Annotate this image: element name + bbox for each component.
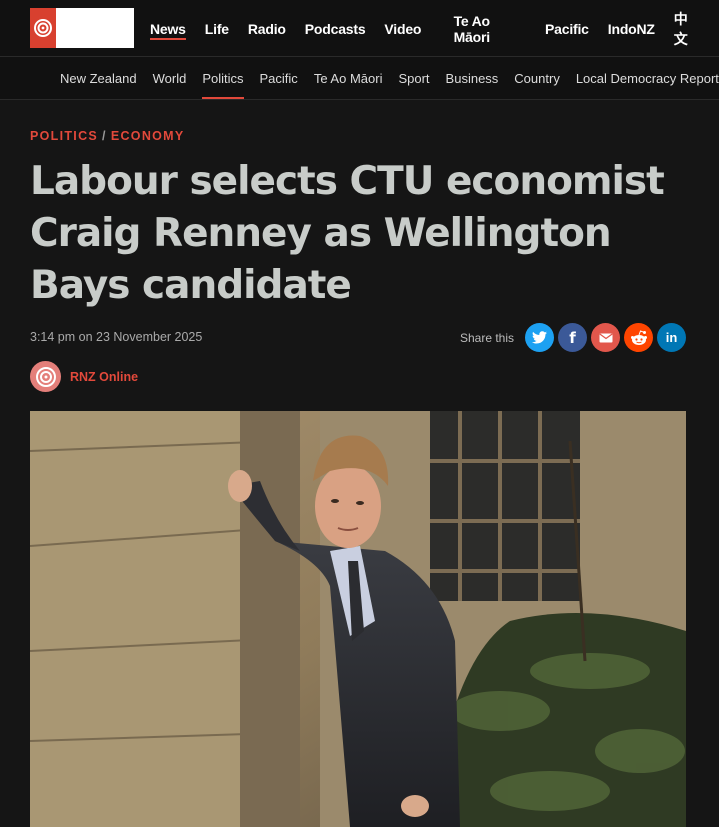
nav-chinese[interactable]: 中文 bbox=[674, 9, 700, 49]
article-photo bbox=[30, 411, 686, 827]
nav-pacific[interactable]: Pacific bbox=[545, 21, 589, 37]
secnav-world[interactable]: World bbox=[153, 57, 187, 99]
primary-nav: News Life Radio Podcasts Video Te Ao Māo… bbox=[150, 0, 719, 57]
article-kicker: POLITICS / ECONOMY bbox=[30, 129, 185, 143]
nav-video[interactable]: Video bbox=[384, 21, 421, 37]
kicker-economy-link[interactable]: ECONOMY bbox=[111, 129, 185, 143]
author-name-link[interactable]: RNZ Online bbox=[70, 370, 138, 384]
rnz-logo[interactable] bbox=[30, 8, 134, 48]
photo-illustration bbox=[30, 411, 686, 827]
secnav-pacific[interactable]: Pacific bbox=[260, 57, 298, 99]
secnav-business[interactable]: Business bbox=[446, 57, 499, 99]
secnav-country[interactable]: Country bbox=[514, 57, 560, 99]
author-byline: RNZ Online bbox=[30, 361, 138, 392]
site-header: News Life Radio Podcasts Video Te Ao Māo… bbox=[0, 0, 719, 57]
linkedin-icon: in bbox=[665, 330, 678, 345]
nav-news[interactable]: News bbox=[150, 21, 186, 40]
logo-white-block bbox=[56, 8, 134, 48]
author-avatar[interactable] bbox=[30, 361, 61, 392]
nav-life[interactable]: Life bbox=[205, 21, 229, 37]
nav-radio[interactable]: Radio bbox=[248, 21, 286, 37]
rnz-avatar-icon bbox=[35, 366, 56, 387]
secnav-local-democracy[interactable]: Local Democracy Reporting bbox=[576, 57, 719, 99]
linkedin-share-button[interactable]: in bbox=[657, 323, 686, 352]
twitter-icon bbox=[532, 331, 547, 344]
section-nav: New Zealand World Politics Pacific Te Ao… bbox=[0, 57, 719, 100]
rnz-logo-icon bbox=[30, 8, 56, 48]
secnav-politics[interactable]: Politics bbox=[202, 57, 244, 99]
facebook-share-button[interactable]: f bbox=[558, 323, 587, 352]
share-bar: Share this f in bbox=[460, 323, 686, 352]
facebook-icon: f bbox=[569, 328, 576, 347]
email-icon bbox=[598, 332, 613, 342]
nav-podcasts[interactable]: Podcasts bbox=[305, 21, 366, 37]
email-share-button[interactable] bbox=[591, 323, 620, 352]
article-headline: Labour selects CTU economist Craig Renne… bbox=[30, 159, 665, 308]
share-label: Share this bbox=[459, 330, 514, 345]
secnav-sport[interactable]: Sport bbox=[398, 57, 429, 99]
article-timestamp: 3:14 pm on 23 November 2025 bbox=[30, 330, 203, 344]
nav-te-ao-maori[interactable]: Te Ao Māori bbox=[454, 13, 526, 45]
secnav-new-zealand[interactable]: New Zealand bbox=[60, 57, 137, 99]
twitter-share-button[interactable] bbox=[525, 323, 554, 352]
kicker-politics-link[interactable]: POLITICS bbox=[30, 129, 98, 143]
nav-indonz[interactable]: IndoNZ bbox=[608, 21, 655, 37]
kicker-separator: / bbox=[102, 129, 107, 143]
reddit-share-button[interactable] bbox=[624, 323, 653, 352]
secnav-te-ao-maori[interactable]: Te Ao Māori bbox=[314, 57, 383, 99]
reddit-icon bbox=[630, 329, 647, 345]
